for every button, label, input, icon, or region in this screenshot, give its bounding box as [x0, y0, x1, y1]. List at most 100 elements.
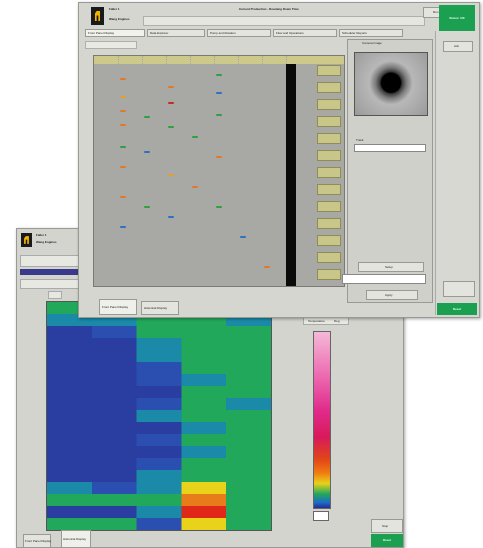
brand-line-1: Faller 1: [36, 233, 47, 237]
progress-bar: [20, 269, 86, 275]
heatmap-row: [47, 482, 271, 494]
legend-unit: Deg: [334, 319, 340, 323]
event-mark: [216, 92, 222, 94]
event-mark: [264, 266, 270, 268]
heatmap-row: [47, 338, 271, 350]
image-panel: Camera Image Track Setup Apply: [342, 39, 433, 303]
event-mark: [216, 74, 222, 76]
status-indicator: Status: OK: [439, 5, 475, 31]
camera-image: [354, 52, 428, 116]
event-mark: [120, 110, 126, 112]
ack-button[interactable]: Ack: [443, 41, 473, 52]
tab-bar: Front Panel Display Data Explorer Pump a…: [85, 29, 415, 37]
tab-front-panel[interactable]: Front Panel Display: [85, 29, 145, 37]
note-input[interactable]: [342, 274, 426, 284]
heatmap-row: [47, 386, 271, 398]
front-window: Faller 1 Wang Engines Current Production…: [78, 2, 480, 318]
heatmap-row: [47, 506, 271, 518]
right-column: [435, 31, 478, 315]
heatmap-grid: [46, 301, 272, 531]
data-readout-block: [354, 158, 416, 198]
event-mark: [192, 186, 198, 188]
historical-display-button[interactable]: Historical Display: [61, 530, 91, 547]
heatmap-row: [47, 374, 271, 386]
event-mark: [144, 116, 150, 118]
event-mark: [144, 151, 150, 153]
company-logo-icon: [21, 233, 32, 247]
track-status-button[interactable]: [317, 235, 341, 246]
track-status-button[interactable]: [317, 116, 341, 127]
brand-line-2: Wang Engines: [36, 240, 57, 244]
event-mark: [168, 216, 174, 218]
event-mark: [168, 102, 174, 104]
event-mark: [240, 236, 246, 238]
event-mark: [192, 136, 198, 138]
track-status-button[interactable]: [317, 269, 341, 280]
track-status-button[interactable]: [317, 218, 341, 229]
heatmap-row: [47, 458, 271, 470]
front-panel-button[interactable]: Front Panel Display: [99, 299, 137, 315]
tab-scheduler-reports[interactable]: Scheduler Reports: [339, 29, 403, 37]
track-status-button[interactable]: [317, 201, 341, 212]
event-mark: [168, 126, 174, 128]
stop-button[interactable]: Stop: [371, 519, 403, 533]
company-logo-icon: [91, 7, 104, 25]
track-status-button[interactable]: [317, 252, 341, 263]
front-panel-button[interactable]: Front Panel Display: [23, 534, 51, 547]
heatmap-row: [47, 470, 271, 482]
column-header-cell: [48, 291, 62, 299]
track-input-field[interactable]: [354, 144, 426, 152]
event-mark: [168, 86, 174, 88]
heatmap-row: [47, 362, 271, 374]
filter-bar: [85, 41, 137, 49]
header-info-strip: [143, 16, 425, 26]
track-status-button[interactable]: [317, 150, 341, 161]
track-label: Track: [356, 138, 364, 142]
track-status-button[interactable]: [317, 99, 341, 110]
track-header: [94, 56, 344, 64]
track-status-button[interactable]: [317, 184, 341, 195]
event-mark: [120, 96, 126, 98]
heatmap-row: [47, 446, 271, 458]
brand-line-2: Wang Engines: [109, 17, 130, 21]
brand-line-1: Faller 1: [109, 7, 120, 11]
reset-button[interactable]: Reset: [371, 534, 403, 547]
event-mark: [144, 206, 150, 208]
event-mark: [216, 206, 222, 208]
heatmap-row: [47, 494, 271, 506]
legend-color-scale: [313, 331, 331, 509]
track-panel: [93, 55, 345, 287]
legend-white-key: [313, 511, 329, 521]
event-mark: [168, 174, 174, 176]
window-title: Current Production - Roaming Down Time: [239, 7, 299, 11]
heatmap-row: [47, 398, 271, 410]
event-mark: [120, 196, 126, 198]
track-status-button[interactable]: [317, 65, 341, 76]
track-status-button[interactable]: [317, 133, 341, 144]
event-mark: [120, 166, 126, 168]
image-panel-title: Camera Image: [362, 41, 382, 45]
tab-data-explorer[interactable]: Data Explorer: [147, 29, 205, 37]
heatmap-row: [47, 350, 271, 362]
legend-header: Temperature Deg: [303, 317, 349, 325]
setup-button[interactable]: Setup: [358, 262, 424, 272]
heatmap-row: [47, 422, 271, 434]
tab-pump-rotation[interactable]: Pump and Rotation: [207, 29, 271, 37]
tab-flow-operations[interactable]: Flow and Operations: [273, 29, 337, 37]
heatmap-row: [47, 410, 271, 422]
event-mark: [120, 226, 126, 228]
track-status-button[interactable]: [317, 82, 341, 93]
apply-button[interactable]: Apply: [366, 290, 418, 300]
legend-title: Temperature: [308, 319, 325, 323]
heatmap-row: [47, 518, 271, 530]
track-status-button[interactable]: [317, 167, 341, 178]
historical-display-button[interactable]: Historical Display: [141, 301, 179, 315]
black-divider-bar: [286, 64, 296, 286]
heatmap-row: [47, 326, 271, 338]
mode-button[interactable]: [443, 281, 475, 297]
event-mark: [216, 156, 222, 158]
event-mark: [216, 114, 222, 116]
reset-button[interactable]: Reset: [437, 303, 477, 315]
event-mark: [120, 124, 126, 126]
heatmap-row: [47, 434, 271, 446]
